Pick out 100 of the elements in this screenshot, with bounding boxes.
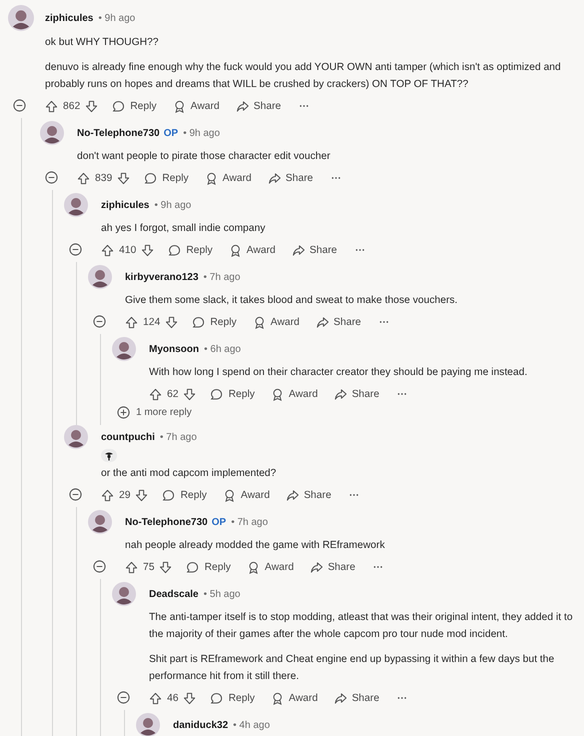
award-icon — [270, 692, 284, 704]
award-button[interactable]: Award — [252, 316, 300, 328]
speech-bubble-icon — [162, 488, 176, 502]
collapse-button[interactable] — [93, 315, 107, 329]
avatar-icon — [88, 510, 112, 534]
vote-count: 839 — [95, 172, 112, 184]
reply-button[interactable]: Reply — [144, 172, 189, 184]
reply-button[interactable]: Reply — [210, 692, 255, 704]
username[interactable]: ziphicules — [101, 200, 150, 210]
award-icon — [246, 560, 260, 574]
share-button[interactable]: Share — [334, 692, 380, 704]
username[interactable]: countpuchi — [101, 432, 155, 442]
downvote-icon[interactable] — [165, 316, 178, 328]
vote-count: 410 — [119, 244, 136, 256]
reply-button[interactable]: Reply — [210, 388, 255, 400]
more-options-icon[interactable] — [397, 392, 408, 396]
username[interactable]: kirbyverano123 — [125, 272, 198, 282]
speech-bubble-icon — [210, 692, 224, 704]
reply-button[interactable]: Reply — [162, 488, 207, 502]
award-button[interactable]: Award — [270, 692, 318, 704]
flair-icon — [104, 450, 114, 460]
username[interactable]: ziphicules — [45, 12, 94, 24]
award-button[interactable]: Award — [222, 488, 270, 502]
share-button[interactable]: Share — [316, 316, 362, 328]
more-options-icon[interactable] — [397, 696, 408, 700]
upvote-icon[interactable] — [101, 488, 114, 502]
downvote-icon[interactable] — [135, 488, 148, 502]
vote-count: 862 — [63, 100, 80, 112]
downvote-icon[interactable] — [85, 100, 98, 112]
downvote-icon[interactable] — [183, 692, 196, 704]
collapse-button[interactable] — [93, 560, 107, 574]
collapse-button[interactable] — [69, 488, 83, 502]
username[interactable]: Myonsoon — [149, 344, 199, 354]
award-icon — [222, 488, 236, 502]
username[interactable]: No-Telephone730 — [125, 516, 208, 528]
downvote-icon[interactable] — [141, 244, 154, 256]
timestamp: • 9h ago — [98, 12, 136, 24]
more-options-icon[interactable] — [355, 248, 366, 252]
award-icon — [270, 388, 284, 400]
more-options-icon[interactable] — [379, 320, 390, 324]
reply-button[interactable]: Reply — [192, 316, 237, 328]
comment-text: ok but WHY THOUGH?? — [45, 36, 160, 50]
more-replies-link[interactable]: 1 more reply — [112, 406, 192, 425]
upvote-icon[interactable] — [77, 172, 90, 184]
share-button[interactable]: Share — [334, 388, 380, 400]
comment-text: or the anti mod capcom implemented? — [101, 467, 278, 481]
reply-button[interactable]: Reply — [168, 244, 213, 256]
vote-count: 29 — [119, 490, 130, 500]
timestamp: • 6h ago — [204, 344, 241, 354]
more-options-icon[interactable] — [331, 176, 342, 180]
share-arrow-icon — [334, 692, 347, 704]
comment-text: denuvo is already fine enough why the fuck would you add YOUR OWN anti tamper (which isn't as optimized and probably runs on hopes and dreams that WILL be crushed by crackers) ON TOP OF THAT?? — [45, 61, 562, 92]
share-arrow-icon — [316, 316, 329, 328]
comment-text: don't want people to pirate those character edit voucher — [77, 150, 332, 164]
speech-bubble-icon — [168, 244, 182, 256]
comment-text: ah yes I forgot, small indie company — [101, 222, 266, 236]
collapse-button[interactable] — [13, 99, 27, 113]
share-button[interactable]: Share — [236, 100, 282, 112]
award-icon — [172, 100, 186, 112]
award-button[interactable]: Award — [270, 388, 318, 400]
plus-icon — [117, 406, 130, 419]
upvote-icon[interactable] — [101, 244, 114, 256]
share-button[interactable]: Share — [268, 172, 314, 184]
more-options-icon[interactable] — [299, 104, 310, 108]
more-options-icon[interactable] — [349, 493, 360, 497]
award-button[interactable]: Award — [228, 244, 276, 256]
reply-button[interactable]: Reply — [186, 560, 231, 574]
collapse-button[interactable] — [45, 171, 59, 185]
downvote-icon[interactable] — [183, 388, 196, 400]
upvote-icon[interactable] — [125, 560, 138, 574]
timestamp: • 7h ago — [160, 432, 197, 442]
vote-count: 46 — [167, 692, 178, 704]
upvote-icon[interactable] — [125, 316, 138, 328]
award-icon — [252, 316, 266, 328]
avatar-icon — [40, 121, 64, 145]
award-button[interactable]: Award — [246, 560, 294, 574]
downvote-icon[interactable] — [117, 172, 130, 184]
upvote-icon[interactable] — [45, 100, 58, 112]
username[interactable]: daniduck32 — [173, 720, 228, 730]
share-button[interactable]: Share — [292, 244, 338, 256]
comment-text: Give them some slack, it takes blood and sweat to make those vouchers. — [125, 294, 459, 308]
vote-count: 124 — [143, 316, 160, 328]
collapse-button[interactable] — [117, 691, 131, 705]
reply-button[interactable]: Reply — [112, 100, 157, 112]
comment-text: Shit part is REframework and Cheat engine end up bypassing it within a few days but the performance hit from it still there. — [149, 653, 556, 684]
more-options-icon[interactable] — [373, 565, 384, 569]
username[interactable]: Deadscale — [149, 588, 198, 600]
award-icon — [228, 244, 242, 256]
share-button[interactable]: Share — [286, 488, 332, 502]
downvote-icon[interactable] — [159, 560, 172, 574]
timestamp: • 5h ago — [203, 588, 240, 600]
username[interactable]: No-Telephone730 — [77, 128, 160, 138]
vote-count: 75 — [143, 562, 154, 572]
award-button[interactable]: Award — [172, 100, 220, 112]
speech-bubble-icon — [186, 560, 200, 574]
share-button[interactable]: Share — [310, 560, 356, 574]
collapse-button[interactable] — [69, 243, 83, 257]
award-button[interactable]: Award — [204, 172, 252, 184]
upvote-icon[interactable] — [149, 388, 162, 400]
upvote-icon[interactable] — [149, 692, 162, 704]
